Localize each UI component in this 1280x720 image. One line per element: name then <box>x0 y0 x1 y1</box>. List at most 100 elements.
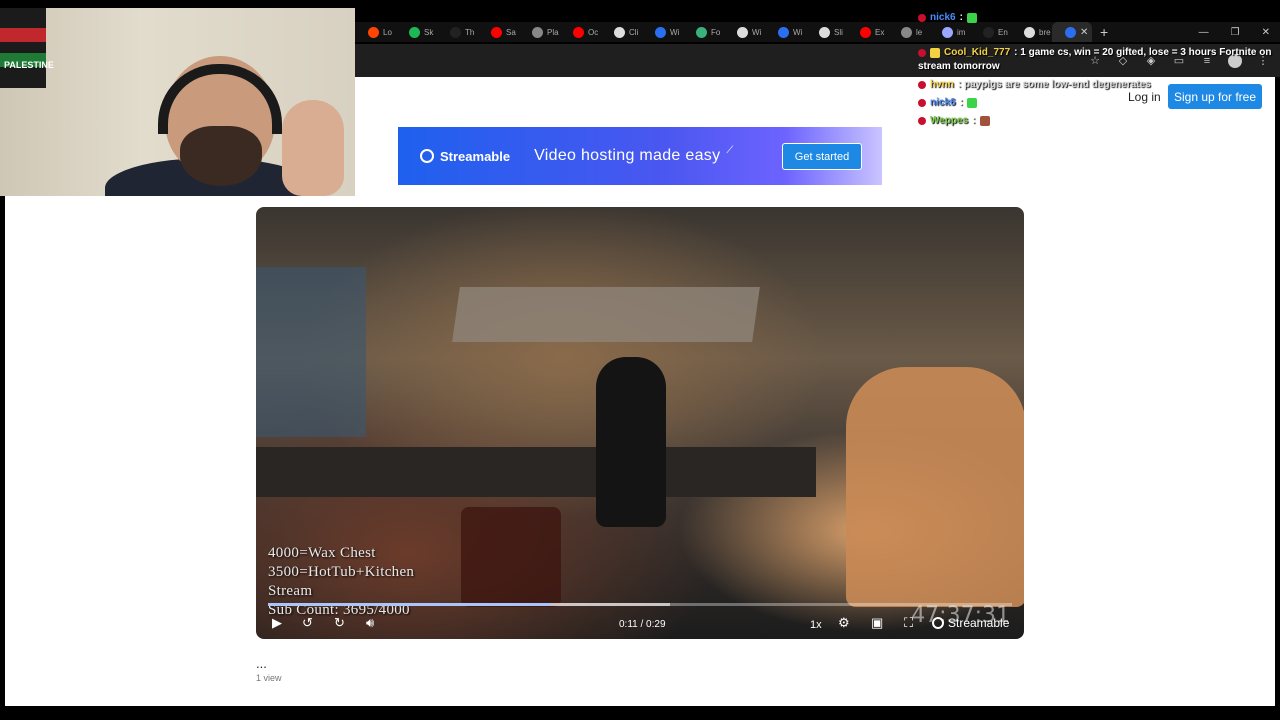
tiktok-icon <box>450 26 461 38</box>
ad-banner[interactable]: Streamable Video hosting made easy ⟋ Get… <box>398 127 882 185</box>
browser-tab[interactable]: Wi <box>765 22 806 42</box>
x-icon <box>819 26 830 38</box>
streamable-icon <box>420 149 434 163</box>
globe-icon <box>901 26 912 38</box>
badge-icon <box>918 117 926 125</box>
close-window-icon[interactable]: ✕ <box>1262 27 1270 38</box>
tab-label: Sli <box>834 27 843 37</box>
kitchen-hood <box>452 287 760 342</box>
browser-tab-bar: Lo Sk Th Sa Pla Oc Cli Wi Fo Wi Wi Sli Ex le im En bre ✕ … <box>355 22 1280 42</box>
badge-icon <box>918 14 926 22</box>
globe-icon <box>532 26 543 38</box>
badge-icon <box>918 81 926 89</box>
browser-tab[interactable]: Sk <box>396 22 437 42</box>
stream-goals-overlay: 4000=Wax Chest 3500=HotTub+Kitchen Strea… <box>268 544 414 620</box>
browser-tab[interactable]: Sa <box>478 22 519 42</box>
watermark-label: Streamable <box>948 616 1010 630</box>
playback-speed-button[interactable]: 1x <box>810 619 822 631</box>
tab-label: En <box>998 27 1008 37</box>
tab-list: Lo Sk Th Sa Pla Oc Cli Wi Fo Wi Wi Sli Ex le im En bre ✕ <box>355 22 1092 42</box>
video-title: ... <box>256 656 267 671</box>
streamer-hand <box>282 100 344 196</box>
fullscreen-icon[interactable]: ⛶ <box>904 615 913 631</box>
signup-button[interactable]: Sign up for free <box>1168 84 1262 109</box>
globe-icon <box>696 26 707 38</box>
tab-label: Sk <box>424 27 434 37</box>
waitress-figure <box>596 357 666 527</box>
chat-user: nick6 <box>930 97 956 108</box>
browser-tab[interactable]: Th <box>437 22 478 42</box>
get-started-button[interactable]: Get started <box>782 143 862 170</box>
restore-icon[interactable]: ❐ <box>1231 27 1240 38</box>
chat-message: Cool_Kid_777 : 1 game cs, win = 20 gifte… <box>918 47 1271 59</box>
banner-tagline: Video hosting made easy <box>534 147 721 164</box>
chat-message: nick6 : <box>918 12 977 24</box>
tab-label: Oc <box>588 27 599 37</box>
browser-tab[interactable]: bre <box>1011 22 1052 42</box>
browser-tab[interactable]: Wi <box>724 22 765 42</box>
spotify-icon <box>409 26 420 38</box>
emote-icon <box>930 48 940 58</box>
youtube-icon <box>491 26 502 38</box>
chat-user: Weppes <box>930 115 969 126</box>
streamable-icon <box>655 26 666 38</box>
login-link[interactable]: Log in <box>1128 90 1161 104</box>
imdb-icon <box>942 26 953 38</box>
browser-tab[interactable]: Sli <box>806 22 847 42</box>
browser-tab[interactable]: Ex <box>847 22 888 42</box>
chat-user: hvnn <box>930 79 954 90</box>
browser-tab[interactable]: le <box>888 22 929 42</box>
browser-tab[interactable]: En <box>970 22 1011 42</box>
chat-text: stream tomorrow <box>918 61 1000 72</box>
settings-icon[interactable]: ⚙ <box>838 615 850 631</box>
tab-label: Pla <box>547 27 559 37</box>
browser-tab[interactable]: Wi <box>642 22 683 42</box>
chat-user: Cool_Kid_777 <box>944 47 1011 58</box>
new-tab-button[interactable]: + <box>1100 24 1108 40</box>
browser-tab[interactable]: Oc <box>560 22 601 42</box>
tab-label: Ex <box>875 27 885 37</box>
video-player[interactable]: 4000=Wax Chest 3500=HotTub+Kitchen Strea… <box>256 207 1024 639</box>
tab-label: Cli <box>629 27 639 37</box>
wikipedia-icon <box>737 26 748 38</box>
chat-message-cont: stream tomorrow <box>918 61 1000 73</box>
progress-bar[interactable] <box>268 603 1012 606</box>
poster-text: PALESTINE <box>4 60 54 70</box>
time-display: 0:11 / 0:29 <box>619 619 666 630</box>
headset-icon <box>158 64 282 134</box>
tab-label: Lo <box>383 27 392 37</box>
chat-message: hvnn : paypigs are some low-end degenera… <box>918 79 1151 91</box>
buffered-bar <box>268 603 670 606</box>
play-icon[interactable]: ▶ <box>272 615 282 631</box>
browser-tab[interactable]: im <box>929 22 970 42</box>
minimize-icon[interactable]: — <box>1199 27 1209 38</box>
emote-icon <box>979 116 990 126</box>
chat-text: : <box>959 97 963 108</box>
streamable-logo: Streamable <box>420 149 510 164</box>
tab-label: bre <box>1039 27 1051 37</box>
tab-label: le <box>916 27 923 37</box>
close-tab-icon[interactable]: ✕ <box>1080 27 1088 38</box>
window-controls: — ❐ ✕ <box>1199 22 1270 42</box>
chat-text: : <box>972 115 976 126</box>
browser-tab[interactable]: Fo <box>683 22 724 42</box>
tab-label: Wi <box>752 27 762 37</box>
browser-tab[interactable]: Pla <box>519 22 560 42</box>
tab-active[interactable]: ✕ <box>1052 22 1092 42</box>
browser-tab[interactable]: Lo <box>355 22 396 42</box>
reddit-icon <box>368 26 379 38</box>
streamable-watermark[interactable]: Streamable <box>932 616 1009 630</box>
volume-icon[interactable]: 🔊︎ <box>366 615 374 631</box>
browser-tab[interactable]: Cli <box>601 22 642 42</box>
goal-line: 3500=HotTub+Kitchen <box>268 564 415 580</box>
pip-icon[interactable]: ▣ <box>871 615 883 631</box>
player-controls: ▶ ↺ ↻ 🔊︎ 0:11 / 0:29 1x ⚙ ▣ ⛶ Streamable <box>256 611 1024 637</box>
tab-label: Th <box>465 27 475 37</box>
forward-icon[interactable]: ↻ <box>334 615 345 631</box>
chat-message: nick6 : <box>918 97 977 109</box>
rewind-icon[interactable]: ↺ <box>302 615 313 631</box>
poster-stripe-red <box>0 28 46 42</box>
counter <box>256 447 816 497</box>
goal-line: 4000=Wax Chest <box>268 545 376 561</box>
chat-message: Weppes : <box>918 115 990 127</box>
